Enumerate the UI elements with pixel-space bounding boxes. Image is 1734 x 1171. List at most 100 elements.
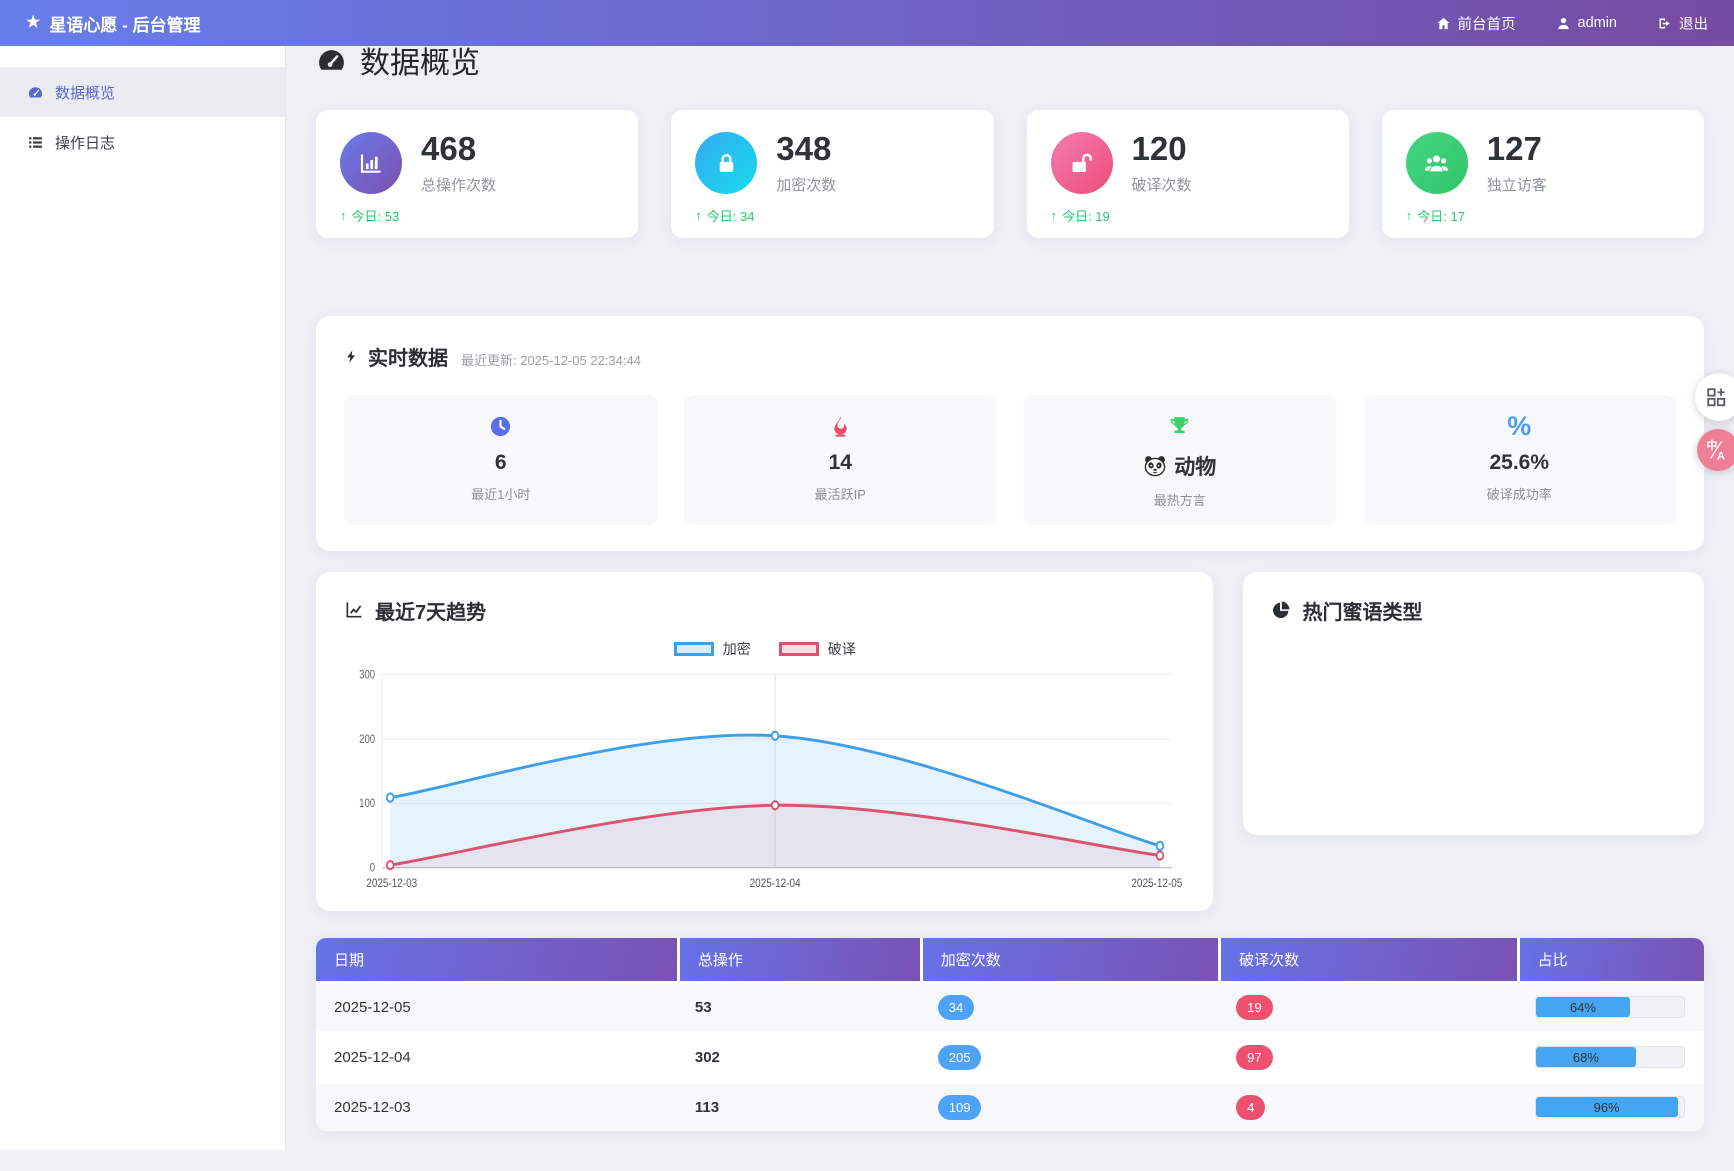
sidebar-item-label: 数据概览 (55, 82, 115, 103)
stat-label: 加密次数 (776, 174, 836, 195)
legend-item-encrypt[interactable]: 加密 (674, 639, 751, 659)
chart-legend: 加密 破译 (344, 639, 1185, 659)
svg-text:100: 100 (359, 797, 375, 810)
nav-link-label: 退出 (1679, 13, 1708, 34)
pie-chart-icon (1271, 600, 1291, 620)
user-icon (1556, 16, 1571, 31)
home-icon (1436, 16, 1451, 31)
stat-value: 468 (421, 132, 496, 167)
panda-icon (1143, 455, 1167, 477)
realtime-value: 6 (354, 451, 648, 475)
pie-chart-card: 热门蜜语类型 (1243, 572, 1704, 835)
col-header-ratio: 占比 (1517, 938, 1704, 981)
realtime-label: 最活跃IP (694, 484, 988, 503)
stat-today-text: 今日: 19 (1062, 206, 1110, 225)
sidebar-item-label: 操作日志 (55, 132, 115, 153)
svg-text:2025-12-05: 2025-12-05 (1131, 877, 1182, 890)
col-header-total: 总操作 (677, 938, 920, 981)
encrypt-badge: 205 (938, 1045, 982, 1070)
realtime-card-success-rate: % 25.6% 破译成功率 (1363, 395, 1677, 525)
bar-chart-icon (340, 132, 402, 194)
realtime-label: 破译成功率 (1373, 484, 1667, 503)
users-icon (1406, 132, 1468, 194)
realtime-card-active-ip: 14 最活跃IP (684, 395, 998, 525)
arrow-up-icon: ↑ (1406, 208, 1413, 223)
stat-card-visitors: 127 独立访客 ↑ 今日: 17 (1382, 110, 1704, 238)
ratio-progress-fill: 96% (1536, 1097, 1678, 1117)
ratio-progress-fill: 68% (1536, 1047, 1637, 1067)
table-row: 2025-12-04 302 205 97 68% (316, 1031, 1704, 1081)
translate-icon: 中 A (1704, 438, 1728, 462)
nav-link-label: admin (1578, 15, 1618, 31)
realtime-value: 25.6% (1373, 451, 1667, 475)
stat-today: ↑ 今日: 17 (1406, 206, 1680, 225)
main-content: 数据概览 468 总操作次数 ↑ 今日: 53 (286, 0, 1734, 1171)
stat-today: ↑ 今日: 53 (340, 206, 614, 225)
nav-logout[interactable]: 退出 (1657, 13, 1708, 34)
stat-label: 独立访客 (1487, 174, 1547, 195)
ratio-progress-fill: 64% (1536, 997, 1631, 1017)
stat-label: 总操作次数 (421, 174, 496, 195)
grid-plus-icon (1705, 386, 1727, 408)
arrow-up-icon: ↑ (695, 208, 702, 223)
realtime-updated: 最近更新: 2025-12-05 22:34:44 (461, 350, 641, 369)
sidebar-item-overview[interactable]: 数据概览 (0, 67, 285, 117)
clock-icon (354, 412, 648, 442)
stat-value: 120 (1132, 132, 1192, 167)
stat-today: ↑ 今日: 19 (1051, 206, 1325, 225)
translate-widget-button[interactable]: 中 A (1697, 429, 1734, 471)
trend-title: 最近7天趋势 (344, 596, 1185, 625)
sidebar: 数据概览 操作日志 (0, 46, 286, 1150)
col-header-encrypt: 加密次数 (920, 938, 1218, 981)
arrow-up-icon: ↑ (1051, 208, 1058, 223)
svg-text:A: A (1717, 451, 1725, 463)
sidebar-item-logs[interactable]: 操作日志 (0, 117, 285, 167)
trophy-icon (1033, 412, 1327, 442)
ratio-progress: 96% (1535, 1096, 1685, 1118)
cell-total: 302 (677, 1031, 920, 1081)
top-navbar: ★ 星语心愿 - 后台管理 前台首页 admin 退出 (0, 0, 1734, 46)
daily-stats-table-card: 日期 总操作 加密次数 破译次数 占比 2025-12-05 53 34 19 … (316, 938, 1704, 1131)
stat-value: 127 (1487, 132, 1547, 167)
realtime-panel: 实时数据 最近更新: 2025-12-05 22:34:44 6 最近1小时 1… (316, 316, 1704, 551)
stat-card-encrypt: 348 加密次数 ↑ 今日: 34 (671, 110, 993, 238)
encrypt-badge: 34 (938, 995, 974, 1020)
legend-label: 破译 (828, 639, 856, 659)
realtime-label: 最热方言 (1033, 490, 1327, 509)
table-header-row: 日期 总操作 加密次数 破译次数 占比 (316, 938, 1704, 981)
realtime-cards: 6 最近1小时 14 最活跃IP (344, 395, 1676, 525)
realtime-title: 实时数据 (368, 342, 448, 371)
app-brand: ★ 星语心愿 - 后台管理 (26, 11, 200, 36)
tachometer-icon (316, 45, 347, 76)
arrow-up-icon: ↑ (340, 208, 347, 223)
sign-out-icon (1657, 16, 1672, 31)
legend-swatch (779, 642, 819, 656)
realtime-card-hot-dialect: 动物 最热方言 (1023, 395, 1337, 525)
stat-today: ↑ 今日: 34 (695, 206, 969, 225)
svg-text:200: 200 (359, 733, 375, 746)
ratio-progress: 68% (1535, 1046, 1685, 1068)
svg-text:300: 300 (359, 668, 375, 681)
star-icon: ★ (26, 15, 40, 31)
nav-frontend-home[interactable]: 前台首页 (1436, 13, 1516, 34)
cell-date: 2025-12-05 (316, 981, 677, 1031)
col-header-decrypt: 破译次数 (1218, 938, 1516, 981)
trend-chart-card: 最近7天趋势 加密 破译 01002003002025-12-032025-12… (316, 572, 1213, 911)
percent-icon: % (1373, 412, 1667, 442)
svg-text:2025-12-03: 2025-12-03 (366, 877, 417, 890)
stat-cards-row: 468 总操作次数 ↑ 今日: 53 348 加密次数 ↑ (316, 110, 1704, 238)
pie-title: 热门蜜语类型 (1271, 596, 1676, 625)
list-icon (27, 134, 44, 151)
realtime-value: 14 (694, 451, 988, 475)
legend-swatch (674, 642, 714, 656)
fire-icon (694, 412, 988, 442)
lock-icon (695, 132, 757, 194)
cell-date: 2025-12-04 (316, 1031, 677, 1081)
col-header-date: 日期 (316, 938, 677, 981)
nav-user-admin[interactable]: admin (1556, 15, 1618, 31)
legend-item-decrypt[interactable]: 破译 (779, 639, 856, 659)
stat-label: 破译次数 (1132, 174, 1192, 195)
daily-stats-table: 日期 总操作 加密次数 破译次数 占比 2025-12-05 53 34 19 … (316, 938, 1704, 1131)
unlock-icon (1051, 132, 1113, 194)
stat-card-total-ops: 468 总操作次数 ↑ 今日: 53 (316, 110, 638, 238)
